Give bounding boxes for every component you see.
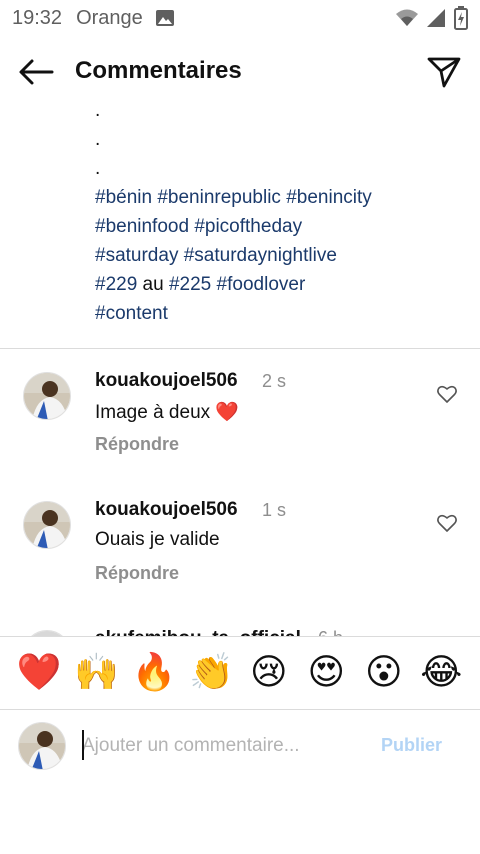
publish-button[interactable]: Publier xyxy=(381,735,442,756)
comment-username[interactable]: kouakoujoel506 xyxy=(95,370,238,392)
comment-time: 6 h xyxy=(318,628,343,636)
hashtag-link[interactable]: #bénin xyxy=(95,187,152,208)
hashtag-link[interactable]: #saturday xyxy=(95,245,178,266)
emoji-heart[interactable]: ❤️ xyxy=(17,653,62,693)
text-cursor xyxy=(82,730,84,760)
app-bar: Commentaires xyxy=(0,40,480,104)
status-bar: 19:32 Orange xyxy=(0,0,480,36)
comment-item: kouakoujoel506 2 s Image à deux ❤️ Répon… xyxy=(0,370,480,480)
comment-item: kouakoujoel506 1 s Ouais je valide Répon… xyxy=(0,499,480,609)
avatar[interactable] xyxy=(23,372,71,420)
comment-text: Ouais je valide xyxy=(95,529,220,550)
status-carrier: Orange xyxy=(76,6,143,29)
reply-button[interactable]: Répondre xyxy=(95,434,179,455)
hashtag-link[interactable]: #beninfood xyxy=(95,216,189,237)
caption-line: #beninfood #picoftheday xyxy=(95,212,465,241)
post-caption: . . . #bénin #beninrepublic #benincity #b… xyxy=(95,96,465,328)
wifi-icon xyxy=(396,9,418,27)
caption-dot: . xyxy=(95,158,101,179)
emoji-crying[interactable]: 😢 xyxy=(247,653,291,693)
emoji-clapping[interactable]: 👏 xyxy=(189,653,234,693)
caption-line: #bénin #beninrepublic #benincity xyxy=(95,183,465,212)
comment-item-partial: akufemibou_ta_official 6 h xyxy=(0,620,480,636)
caption-dot: . xyxy=(95,100,101,121)
emoji-quick-bar: ❤️ 🙌 🔥 👏 😢 😍 😮 😂 xyxy=(0,637,480,709)
image-icon xyxy=(155,8,175,28)
emoji-raising-hands[interactable]: 🙌 xyxy=(74,653,119,693)
caption-line: #content xyxy=(95,299,465,328)
hashtag-link[interactable]: #picoftheday xyxy=(194,216,302,237)
caption-line: #229 au #225 #foodlover xyxy=(95,270,465,299)
heart-icon[interactable] xyxy=(436,512,458,534)
caption-text: au xyxy=(137,274,169,295)
comment-time: 2 s xyxy=(262,371,287,391)
caption-dot: . xyxy=(95,129,101,150)
hashtag-link[interactable]: #225 xyxy=(169,274,211,295)
heart-icon[interactable] xyxy=(436,383,458,405)
emoji-fire[interactable]: 🔥 xyxy=(132,653,177,693)
hashtag-link[interactable]: #saturdaynightlive xyxy=(184,245,337,266)
send-icon[interactable] xyxy=(424,52,464,92)
comment-text: Image à deux ❤️ xyxy=(95,402,240,423)
avatar xyxy=(18,722,66,770)
hashtag-link[interactable]: #229 xyxy=(95,274,137,295)
reply-button[interactable]: Répondre xyxy=(95,563,179,584)
emoji-heart-eyes[interactable]: 😍 xyxy=(304,653,348,693)
hashtag-link[interactable]: #content xyxy=(95,303,168,324)
signal-icon xyxy=(426,8,446,28)
hashtag-link[interactable]: #benincity xyxy=(286,187,372,208)
emoji-laughing[interactable]: 😂 xyxy=(419,653,463,693)
comment-username[interactable]: akufemibou_ta_official xyxy=(95,628,301,636)
comment-time: 1 s xyxy=(262,500,287,520)
divider xyxy=(0,348,480,349)
caption-hashtags: #bénin #beninrepublic #benincity #beninfo… xyxy=(95,183,465,328)
status-time: 19:32 xyxy=(12,6,63,29)
page-title: Commentaires xyxy=(75,57,242,84)
battery-charging-icon xyxy=(454,6,468,30)
caption-line: #saturday #saturdaynightlive xyxy=(95,241,465,270)
hashtag-link[interactable]: #foodlover xyxy=(217,274,306,295)
comment-input[interactable] xyxy=(82,724,362,768)
comment-username[interactable]: kouakoujoel506 xyxy=(95,499,238,521)
emoji-surprised[interactable]: 😮 xyxy=(362,653,406,693)
avatar[interactable] xyxy=(23,501,71,549)
hashtag-link[interactable]: #beninrepublic xyxy=(157,187,281,208)
back-arrow-icon[interactable] xyxy=(16,52,56,92)
